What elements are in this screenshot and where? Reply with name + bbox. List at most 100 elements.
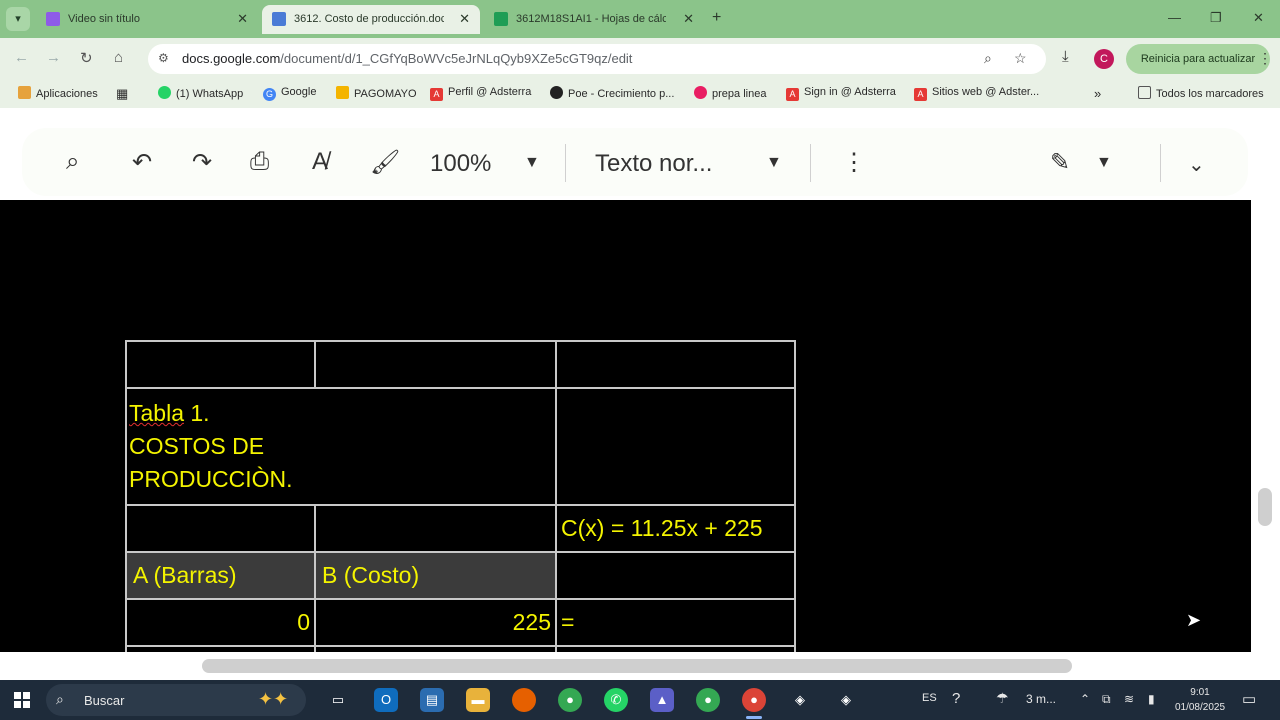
- zoom-select[interactable]: 100%: [430, 150, 491, 178]
- bookmark-google[interactable]: G Google: [263, 86, 316, 101]
- windows-taskbar: ⌕ Buscar ✦✦ ▭ O ▤ ▬ ● ✆ ▲ ● ● ◈ ◈ ES ? ☂…: [0, 680, 1280, 720]
- document-page[interactable]: Tabla 1. COSTOS DE PRODUCCIÒN. C(x) = 11.2…: [0, 200, 1251, 667]
- screen: ▾ Video sin título ✕ 3612. Costo de prod…: [0, 0, 1280, 720]
- all-bookmarks-folder[interactable]: Todos los marcadores: [1138, 86, 1264, 100]
- undo-icon[interactable]: ↶: [132, 148, 152, 177]
- bookmark-prepa-linea[interactable]: prepa linea: [694, 86, 766, 100]
- forward-icon[interactable]: →: [46, 49, 61, 66]
- close-tab-icon[interactable]: ✕: [237, 11, 248, 27]
- notifications-icon[interactable]: ▭: [1242, 690, 1256, 708]
- language-indicator[interactable]: ES: [922, 692, 937, 704]
- url-text[interactable]: docs.google.com/document/d/1_CGfYqBoWVc5…: [182, 51, 632, 66]
- bookmark-whatsapp[interactable]: (1) WhatsApp: [158, 86, 243, 100]
- table-cell[interactable]: [555, 340, 796, 389]
- table-cell[interactable]: [125, 504, 316, 553]
- table-cell[interactable]: [314, 340, 557, 389]
- bookmark-star-icon[interactable]: ☆: [1014, 50, 1027, 67]
- back-icon[interactable]: ←: [14, 49, 29, 66]
- costo-value-cell[interactable]: 225: [314, 598, 557, 647]
- bookmark-poe[interactable]: Poe - Crecimiento p...: [550, 86, 674, 100]
- whatsapp-icon[interactable]: ✆: [604, 688, 628, 712]
- weather-text[interactable]: 3 m...: [1026, 692, 1056, 706]
- address-bar[interactable]: ⚙ docs.google.com/document/d/1_CGfYqBoWV…: [148, 44, 1046, 74]
- spellcheck-icon[interactable]: A̸: [312, 148, 328, 176]
- search-icon[interactable]: ⌕: [66, 148, 79, 176]
- paragraph-style-select[interactable]: Texto nor...: [595, 150, 712, 178]
- zoom-chevron-down-icon[interactable]: ▼: [524, 154, 540, 172]
- photos-icon[interactable]: ▲: [650, 688, 674, 712]
- bookmark-sitios-adsterra[interactable]: A Sitios web @ Adster...: [914, 86, 1039, 101]
- app-icon[interactable]: ◈: [788, 688, 812, 712]
- tray-chevron-up-icon[interactable]: ⌃: [1080, 692, 1090, 706]
- store-icon[interactable]: ▤: [420, 688, 444, 712]
- windows-start-icon[interactable]: [14, 692, 30, 708]
- tab-video[interactable]: Video sin título ✕: [36, 5, 258, 34]
- cost-table: Tabla 1. COSTOS DE PRODUCCIÒN. C(x) = 11.2…: [125, 340, 796, 667]
- volume-icon[interactable]: ▮: [1148, 692, 1155, 706]
- formula-cell[interactable]: C(x) = 11.25x + 225: [555, 504, 796, 553]
- new-tab-button[interactable]: +: [712, 9, 721, 27]
- horizontal-scrollbar[interactable]: [202, 659, 1072, 673]
- taskbar-search[interactable]: ⌕ Buscar ✦✦: [46, 684, 306, 716]
- docs-toolbar: ⌕ ↶ ↷ ⎙ A̸ 🖌 100% ▼ Texto nor... ▼ ⋮ ✎ ▼…: [22, 128, 1248, 196]
- vertical-scrollbar[interactable]: [1258, 488, 1272, 526]
- header-a-cell[interactable]: A (Barras): [125, 551, 316, 600]
- grid-icon[interactable]: ▦: [116, 86, 128, 102]
- chrome-active-icon[interactable]: ●: [742, 688, 766, 712]
- network-icon[interactable]: ⧉: [1102, 692, 1111, 707]
- site-info-icon[interactable]: ⚙: [158, 51, 169, 65]
- wifi-icon[interactable]: ≋: [1124, 692, 1134, 706]
- more-options-icon[interactable]: ⋮: [842, 148, 866, 177]
- update-button[interactable]: Reinicia para actualizar: [1126, 44, 1270, 74]
- home-icon[interactable]: ⌂: [114, 49, 123, 66]
- more-bookmarks-button[interactable]: »: [1094, 86, 1101, 101]
- browser-menu-icon[interactable]: ⋮: [1258, 50, 1272, 67]
- close-tab-icon[interactable]: ✕: [459, 11, 470, 27]
- outlook-icon[interactable]: O: [374, 688, 398, 712]
- table-cell[interactable]: [125, 340, 316, 389]
- table-cell[interactable]: [555, 551, 796, 600]
- style-chevron-down-icon[interactable]: ▼: [766, 154, 782, 172]
- redo-icon[interactable]: ↷: [192, 148, 212, 177]
- header-b-cell[interactable]: B (Costo): [314, 551, 557, 600]
- clock-time: 9:01: [1190, 687, 1210, 698]
- browser-toolbar: ← → ↻ ⌂ ⚙ docs.google.com/document/d/1_C…: [0, 38, 1280, 80]
- tab-search-menu-icon[interactable]: ▾: [6, 7, 30, 31]
- tab-sheets[interactable]: 3612M18S1AI1 - Hojas de cálculo ✕: [484, 5, 704, 34]
- profile-avatar[interactable]: C: [1094, 49, 1114, 69]
- table-title-cell[interactable]: Tabla 1. COSTOS DE PRODUCCIÒN.: [125, 387, 557, 506]
- reload-icon[interactable]: ↻: [80, 49, 93, 67]
- chrome-profile-icon[interactable]: ●: [696, 688, 720, 712]
- edit-mode-chevron-down-icon[interactable]: ▼: [1096, 154, 1112, 172]
- minimize-button[interactable]: —: [1168, 10, 1181, 25]
- edit-mode-pencil-icon[interactable]: ✎: [1050, 148, 1070, 177]
- firefox-icon[interactable]: [512, 688, 536, 712]
- file-explorer-icon[interactable]: ▬: [466, 688, 490, 712]
- clock[interactable]: 9:01 01/08/2025: [1170, 685, 1230, 715]
- bookmark-pagomayo[interactable]: PAGOMAYO: [336, 86, 417, 100]
- download-icon[interactable]: ⤓: [1062, 48, 1069, 65]
- bookmark-apps[interactable]: Aplicaciones: [18, 86, 98, 100]
- clock-date: 01/08/2025: [1174, 702, 1226, 713]
- tab-docs[interactable]: 3612. Costo de producción.docx ✕: [262, 5, 480, 34]
- weather-icon[interactable]: ☂: [996, 690, 1009, 707]
- table-cell[interactable]: [555, 387, 796, 506]
- bookmark-perfil-adsterra[interactable]: A Perfil @ Adsterra: [430, 86, 531, 101]
- print-icon[interactable]: ⎙: [250, 148, 269, 176]
- bookmark-signin-adsterra[interactable]: A Sign in @ Adsterra: [786, 86, 896, 101]
- close-window-button[interactable]: ✕: [1253, 10, 1264, 26]
- chrome-icon[interactable]: ●: [558, 688, 582, 712]
- close-tab-icon[interactable]: ✕: [683, 11, 694, 27]
- barras-value-cell[interactable]: 0: [125, 598, 316, 647]
- zoom-icon[interactable]: ⌕: [984, 50, 992, 67]
- collapse-toolbar-chevron-icon[interactable]: ⌄: [1188, 152, 1205, 177]
- app-icon[interactable]: ◈: [834, 688, 858, 712]
- task-view-icon[interactable]: ▭: [326, 688, 350, 712]
- equals-cell[interactable]: =: [555, 598, 796, 647]
- table-cell[interactable]: [314, 504, 557, 553]
- toolbar-divider: [1160, 144, 1161, 182]
- maximize-button[interactable]: ❐: [1210, 10, 1222, 26]
- paint-format-icon[interactable]: 🖌: [370, 148, 400, 177]
- table-row: Tabla 1. COSTOS DE PRODUCCIÒN.: [125, 387, 796, 506]
- help-icon[interactable]: ?: [952, 690, 960, 707]
